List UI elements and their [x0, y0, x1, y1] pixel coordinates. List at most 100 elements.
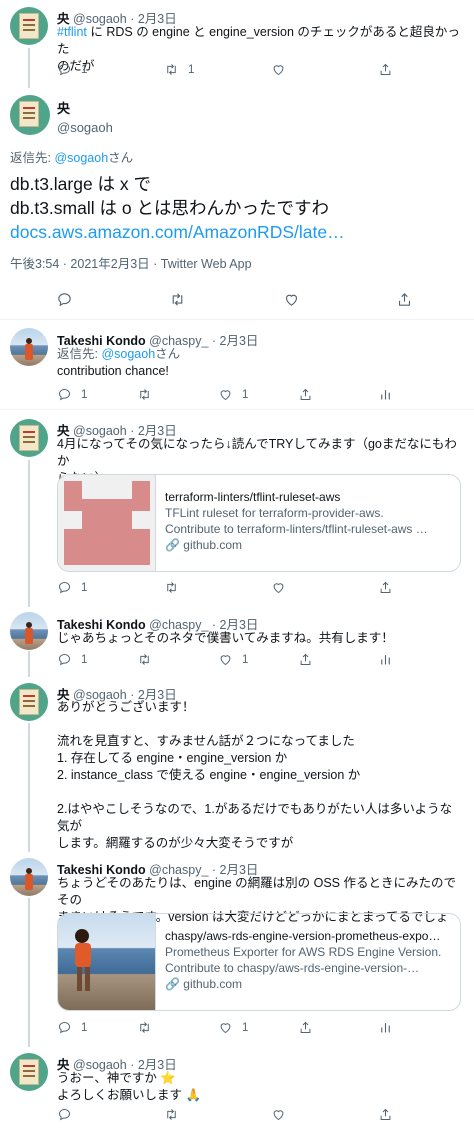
reply-tweet[interactable]: Takeshi Kondo @chaspy_ · 2月3日 じゃあちょっとそのネ… [0, 605, 474, 677]
share-button[interactable] [396, 291, 413, 308]
reply-button[interactable]: 1 [57, 387, 87, 402]
hashtag-link[interactable]: #tflint [57, 25, 87, 39]
tweet-text: 2. instance_class で使える engine・engine_ver… [57, 768, 361, 782]
like-button[interactable] [283, 291, 300, 308]
avatar[interactable] [10, 1053, 48, 1091]
analytics-icon [381, 655, 390, 665]
share-button[interactable] [298, 1020, 313, 1035]
avatar[interactable] [10, 858, 48, 896]
thread-line [28, 898, 30, 1047]
avatar[interactable] [10, 419, 48, 457]
tweet-text: contribution chance! [57, 364, 169, 378]
reply-button[interactable] [56, 291, 73, 308]
retweet-icon [140, 389, 149, 400]
focused-tweet[interactable]: 央 @sogaoh 返信先: @sogaohさん db.t3.large は x… [0, 86, 474, 320]
retweet-icon [140, 1022, 149, 1033]
card-description: Prometheus Exporter for AWS RDS Engine V… [165, 945, 442, 959]
card-domain: github.com [183, 538, 242, 552]
reply-button[interactable]: 1 [57, 1020, 87, 1035]
reply-button[interactable]: 1 [57, 62, 87, 77]
share-button[interactable] [378, 1107, 393, 1122]
reply-button[interactable]: 1 [57, 580, 87, 595]
reply-tweet[interactable]: Takeshi Kondo @chaspy_ · 2月3日 返信先: @soga… [0, 320, 474, 410]
analytics-button[interactable] [378, 1020, 393, 1035]
reply-context: 返信先: @sogaohさん [10, 151, 134, 165]
star-emoji-icon: ⭐ [160, 1071, 176, 1085]
retweet-button[interactable] [164, 1107, 179, 1122]
like-button[interactable]: 1 [218, 1020, 248, 1035]
reply-button[interactable]: 1 [57, 652, 87, 667]
heart-icon [220, 1023, 231, 1034]
tweet-text: 2.はややこしそうなので、1.があるだけでもありがたい人は多いような気が [57, 802, 453, 833]
reply-count: 1 [81, 581, 88, 594]
avatar[interactable] [10, 7, 48, 45]
retweet-button[interactable]: 1 [164, 62, 194, 77]
retweet-button[interactable] [137, 1020, 152, 1035]
retweet-icon [167, 1109, 176, 1120]
tweet-text: 流れを見直すと、すみません話が２つになってました [57, 734, 355, 748]
reply-tweet[interactable]: Takeshi Kondo @chaspy_ · 2月3日 ちょうどそのあたりは… [0, 850, 474, 1047]
retweet-button[interactable] [164, 580, 179, 595]
link-card[interactable]: chaspy/aws-rds-engine-version-prometheus… [57, 913, 461, 1011]
share-icon [300, 1021, 311, 1033]
retweet-count: 1 [188, 63, 195, 76]
reply-tweet[interactable]: 央 @sogaoh · 2月3日 4月になってその気になったら↓読んでTRYして… [0, 410, 474, 607]
share-icon [380, 581, 391, 593]
thread-line [28, 460, 30, 607]
card-description: Contribute to chaspy/aws-rds-engine-vers… [165, 961, 420, 975]
like-button[interactable] [271, 580, 286, 595]
analytics-icon [381, 390, 390, 400]
card-thumbnail [58, 914, 156, 1010]
share-icon [398, 293, 411, 306]
like-button[interactable] [271, 1107, 286, 1122]
reply-icon [58, 63, 71, 76]
reply-handle-link[interactable]: @sogaoh [54, 151, 108, 165]
retweet-icon [140, 654, 149, 665]
reply-icon [58, 1021, 71, 1034]
share-icon [380, 1108, 391, 1120]
like-button[interactable]: 1 [218, 387, 248, 402]
like-button[interactable]: 1 [218, 652, 248, 667]
retweet-button[interactable] [169, 291, 186, 308]
heart-icon [273, 65, 284, 76]
share-icon [300, 653, 311, 665]
tweet-text: ちょうどそのあたりは、engine の網羅は別の OSS 作るときにみたのでその [57, 876, 456, 907]
avatar[interactable] [10, 95, 50, 135]
avatar[interactable] [10, 328, 48, 366]
share-button[interactable] [378, 580, 393, 595]
reply-tweet[interactable]: 央 @sogaoh · 2月3日 うおー、神ですか ⭐ よろしくお願いします 🙏 [0, 1045, 474, 1129]
reply-handle-link[interactable]: @sogaoh [101, 347, 155, 361]
reply-icon [58, 388, 71, 401]
like-count: 1 [242, 1021, 249, 1034]
retweet-icon [167, 64, 176, 75]
share-button[interactable] [298, 652, 313, 667]
reply-button[interactable] [57, 1107, 72, 1122]
avatar[interactable] [10, 683, 48, 721]
url-link[interactable]: docs.aws.amazon.com/AmazonRDS/late… [10, 220, 470, 244]
analytics-button[interactable] [378, 652, 393, 667]
tweet-text: うおー、神ですか [57, 1071, 157, 1085]
reply-icon [58, 581, 71, 594]
tweet-text: じゃあちょっとそのネタで僕書いてみますね。共有します！ [57, 631, 394, 645]
retweet-button[interactable] [137, 652, 152, 667]
share-button[interactable] [298, 387, 313, 402]
reply-tweet[interactable]: 央 @sogaoh · 2月3日 ありがとうございます！ 流れを見直すと、すみま… [0, 675, 474, 852]
card-description: Contribute to terraform-linters/tflint-r… [165, 522, 428, 536]
pray-emoji-icon: 🙏 [185, 1088, 202, 1102]
link-card[interactable]: terraform-linters/tflint-ruleset-aws TFL… [57, 474, 461, 572]
share-button[interactable] [378, 62, 393, 77]
tweet-meta[interactable]: 午後3:54 · 2021年2月3日 · Twitter Web App [10, 253, 252, 272]
analytics-button[interactable] [378, 387, 393, 402]
author-handle[interactable]: @sogaoh [57, 120, 113, 135]
analytics-icon [381, 1023, 390, 1033]
card-title: terraform-linters/tflint-ruleset-aws [165, 490, 341, 504]
retweet-icon [167, 582, 176, 593]
like-button[interactable] [271, 62, 295, 77]
card-domain: github.com [183, 977, 242, 991]
card-title: chaspy/aws-rds-engine-version-prometheus… [165, 929, 441, 943]
avatar[interactable] [10, 612, 48, 650]
retweet-button[interactable] [137, 387, 161, 402]
tweet-text: db.t3.large は x で [10, 174, 152, 194]
author-name[interactable]: 央 [57, 98, 113, 117]
tweet[interactable]: 央 @sogaoh · 2月3日 #tflint に RDS の engine … [0, 0, 474, 88]
